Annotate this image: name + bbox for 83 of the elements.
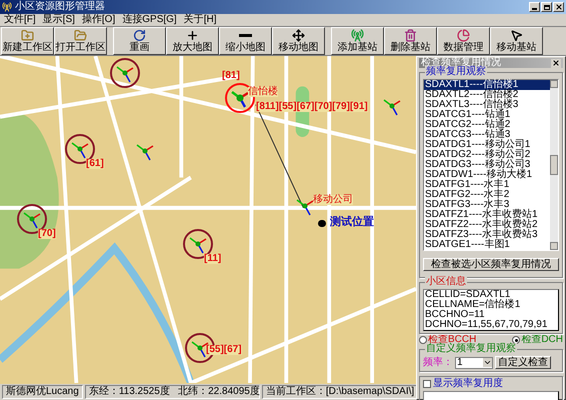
list-item[interactable]: SDATFG2----水丰2	[424, 190, 550, 200]
frequency-label: 频率：	[423, 358, 453, 368]
list-item[interactable]: SDATDG1----移动公司1	[424, 140, 550, 150]
menu-item[interactable]: 关于[H]	[184, 15, 216, 25]
antenna-icon	[351, 29, 364, 42]
menu-item[interactable]: 连接GPS[G]	[122, 15, 177, 25]
frequency-label: [81]	[222, 71, 240, 81]
folder-plus-icon	[21, 29, 34, 42]
toolbar-button[interactable]: 放大地图	[166, 27, 219, 55]
toolbar-button[interactable]: 移动地图	[272, 27, 325, 55]
antenna-icon	[2, 2, 12, 12]
redraw-arrow-icon	[133, 29, 146, 42]
window-title: 小区资源图形管理器	[15, 2, 106, 12]
site-name-label: 移动公司	[313, 195, 353, 205]
toolbar-button[interactable]: 数据管理	[437, 27, 490, 55]
cell-info-line: CELLID=SDAXTL1	[425, 290, 510, 300]
list-item[interactable]: SDAXTL3----信怡楼3	[424, 100, 550, 110]
frequency-label: [55][67]	[206, 345, 242, 355]
radio-button[interactable]	[419, 336, 427, 344]
toolbar-button[interactable]: 移动基站	[490, 27, 543, 55]
menu-item[interactable]: 操作[O]	[82, 15, 116, 25]
folder-open-icon	[74, 29, 87, 42]
list-item[interactable]: SDAXTL2----信怡楼2	[424, 90, 550, 100]
toolbar-button[interactable]: 重画	[113, 27, 166, 55]
toolbar-button[interactable]: 删除基站	[384, 27, 437, 55]
status-bar-field: 东经：113.2525度 北纬：22.84095度	[84, 385, 260, 399]
list-item[interactable]: SDATCG3----钻通3	[424, 130, 550, 140]
minimize-button[interactable]	[529, 2, 540, 12]
cell-info-line: BCCHNO=11	[425, 310, 485, 320]
cell-list[interactable]	[423, 79, 559, 251]
frequency-label: [61]	[86, 159, 104, 169]
list-item[interactable]: SDATFZ3----水丰收费站3	[424, 230, 550, 240]
minus-icon	[239, 34, 252, 37]
list-item[interactable]: SDATCG1----钻通1	[424, 110, 550, 120]
toolbar-button[interactable]: 添加基站	[331, 27, 384, 55]
frequency-label: [11]	[204, 254, 222, 264]
move-arrows-icon	[292, 29, 305, 42]
maximize-button[interactable]	[541, 2, 552, 12]
trash-icon	[404, 29, 417, 42]
list-item[interactable]: SDATDG2----移动公司2	[424, 150, 550, 160]
custom-check-button[interactable]: 自定义检查	[495, 356, 551, 369]
cell-info-line: DCHNO=11,55,67,70,79,91	[425, 320, 548, 330]
cell-site-icon[interactable]	[230, 88, 250, 108]
menu-item[interactable]: 文件[F]	[4, 15, 36, 25]
test-point-label: 测试位置	[330, 217, 374, 228]
group-legend: 自定义频率复用观察	[425, 343, 517, 355]
checkbox-label: 显示频率复用度	[433, 379, 503, 389]
status-bar-field: 斯德网优Lucang	[2, 385, 83, 399]
list-item[interactable]: SDATFZ1----水丰收费站1	[424, 210, 550, 220]
cell-info-line: CELLNAME=信怡楼1	[425, 300, 520, 310]
list-item[interactable]: SDATFZ2----水丰收费站2	[424, 220, 550, 230]
frequency-label: [70]	[38, 229, 56, 239]
toolbar-button[interactable]: 打开工作区	[54, 27, 107, 55]
list-item[interactable]: SDATFG1----水丰1	[424, 180, 550, 190]
plus-icon	[186, 29, 199, 42]
close-button[interactable]	[551, 58, 561, 68]
scrollbar[interactable]	[550, 80, 558, 250]
status-bar-field: 当前工作区：[D:\basemap\SDAI\]	[262, 385, 418, 399]
pointer-icon	[510, 29, 523, 42]
radio-button[interactable]	[512, 336, 520, 344]
list-item[interactable]: SDATGE1----丰图1	[424, 240, 550, 250]
list-item[interactable]: SDATDW1----移动大楼1	[424, 170, 550, 180]
list-item[interactable]: SDATFG3----水丰3	[424, 200, 550, 210]
frequency-dropdown[interactable]: 1	[455, 356, 493, 368]
close-button[interactable]	[553, 2, 564, 12]
cell-info-box[interactable]: CELLID=SDAXTL1 CELLNAME=信怡楼1 BCCHNO=11 DCHNO=11,55,67,70,79,91	[423, 289, 559, 331]
checkbox[interactable]	[423, 380, 431, 388]
list-item[interactable]: SDAXTL1----信怡楼1	[424, 80, 550, 90]
close-icon	[552, 59, 560, 67]
site-name-label: 信怡楼	[248, 87, 278, 97]
dropdown-arrow-icon	[483, 358, 492, 367]
list-item[interactable]: SDATCG2----钻通2	[424, 120, 550, 130]
reuse-text-box[interactable]	[423, 391, 559, 400]
frequency-label: [811][55][67][70][79][91]	[256, 102, 368, 112]
list-item[interactable]: SDATDG3----移动公司3	[424, 160, 550, 170]
close-icon	[554, 3, 562, 11]
group-legend: 频率复用观察	[425, 66, 487, 78]
check-reuse-button[interactable]: 检查被选小区频率复用情况	[423, 258, 559, 271]
menu-item[interactable]: 显示[S]	[42, 15, 75, 25]
pie-chart-icon	[457, 29, 470, 42]
group-legend: 小区信息	[425, 276, 467, 288]
toolbar-button[interactable]: 缩小地图	[219, 27, 272, 55]
toolbar-button[interactable]: 新建工作区	[1, 27, 54, 55]
